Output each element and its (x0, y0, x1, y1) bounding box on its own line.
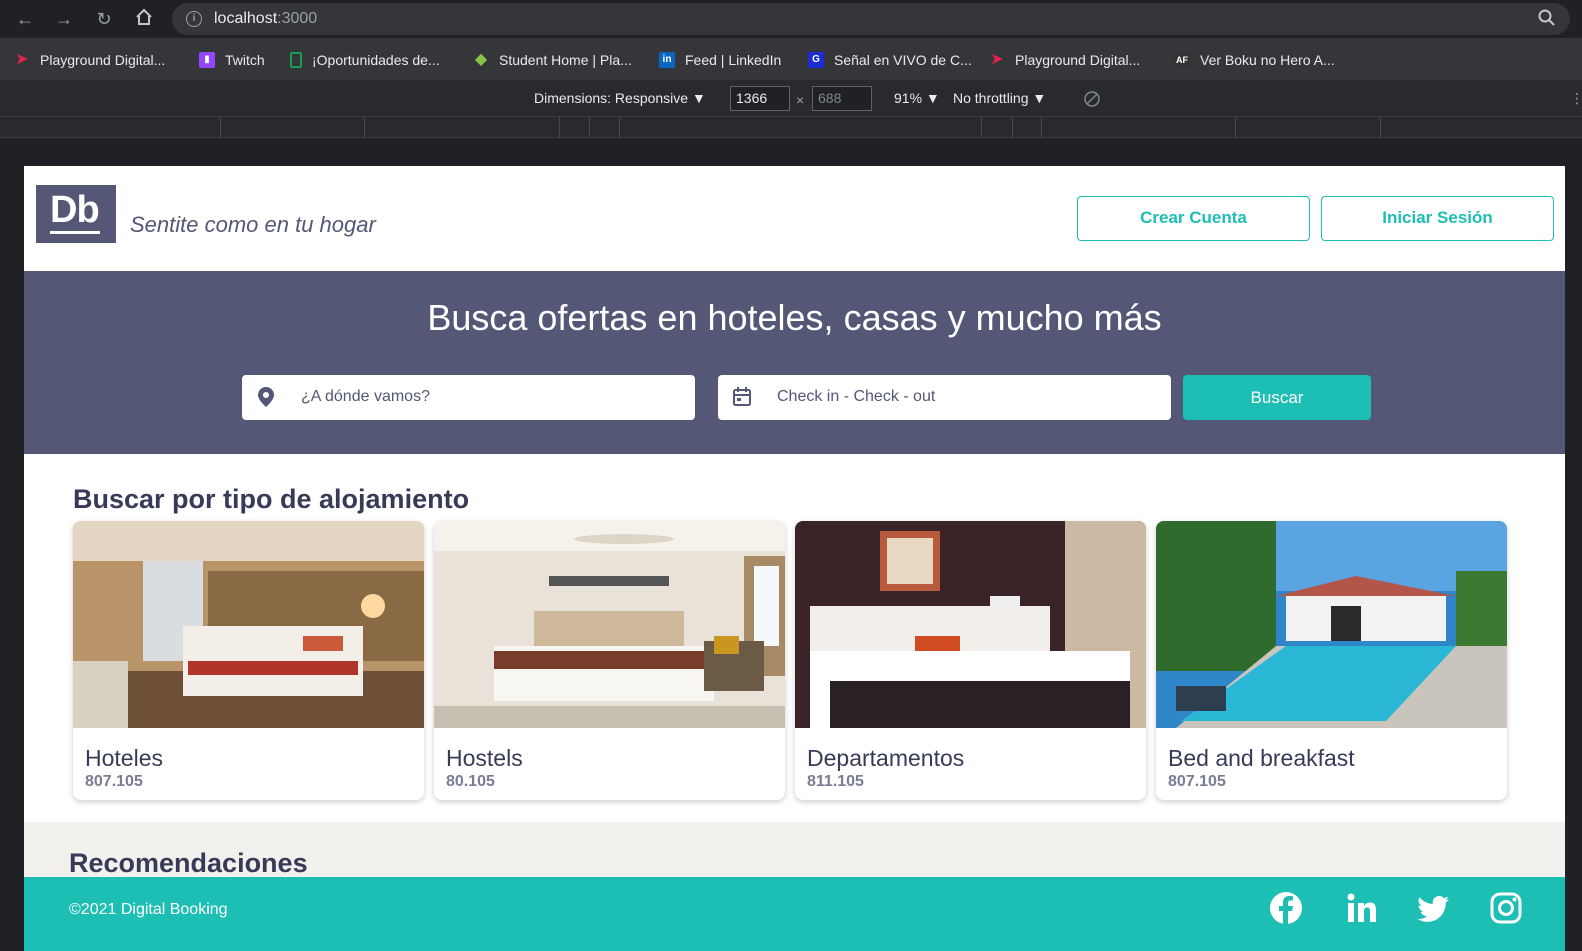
instagram-icon[interactable] (1489, 891, 1523, 925)
calendar-icon (733, 387, 751, 406)
device-toolbar: Dimensions: Responsive ▼ 1366 × 688 91% … (0, 80, 1582, 117)
bookmark-label: Feed | LinkedIn (685, 52, 782, 68)
url-host: localhost (214, 10, 278, 27)
rotate-icon[interactable] (1082, 89, 1102, 109)
category-name: Departamentos (807, 745, 965, 771)
category-name: Bed and breakfast (1168, 745, 1355, 771)
category-card-departamentos[interactable]: Departamentos 811.105 (795, 521, 1146, 800)
zoom-icon[interactable] (1538, 9, 1556, 27)
location-placeholder: ¿A dónde vamos? (301, 388, 430, 405)
bookmark-item[interactable]: ¡Oportunidades de... (290, 50, 440, 70)
bookmark-item[interactable]: ➤ Playground Digital... (989, 50, 1140, 70)
bookmarks-bar: ➤ Playground Digital... ▮ Twitch ¡Oportuni… (0, 38, 1582, 80)
url-text: localhost:3000 (214, 10, 317, 28)
af-icon: AF (1174, 52, 1190, 68)
forward-icon[interactable]: → (53, 8, 75, 30)
location-input[interactable]: ¿A dónde vamos? (242, 375, 695, 420)
zoom-select[interactable]: 91% ▼ (894, 90, 940, 106)
g-icon: G (808, 52, 824, 68)
bookmark-item[interactable]: AF Ver Boku no Hero A... (1174, 50, 1335, 70)
search-button[interactable]: Buscar (1183, 375, 1371, 420)
logo[interactable]: Db (36, 185, 116, 243)
bookmark-item[interactable]: ➤ Playground Digital... (14, 50, 165, 70)
category-count: 807.105 (1168, 773, 1226, 790)
category-card-hostels[interactable]: Hostels 80.105 (434, 521, 785, 800)
category-card-bed-and-breakfast[interactable]: Bed and breakfast 807.105 (1156, 521, 1507, 800)
page-viewport: Db Sentite como en tu hogar Crear Cuenta… (24, 166, 1565, 951)
media-query-ruler (0, 117, 1582, 138)
play-icon: ➤ (990, 51, 1004, 68)
play-icon: ➤ (15, 51, 29, 68)
category-count: 807.105 (85, 773, 143, 790)
bookmark-label: Playground Digital... (1015, 52, 1141, 68)
create-account-button[interactable]: Crear Cuenta (1077, 196, 1310, 241)
slogan: Sentite como en tu hogar (130, 212, 376, 237)
back-icon[interactable]: ← (14, 8, 36, 30)
site-header: Db Sentite como en tu hogar Crear Cuenta… (24, 166, 1565, 271)
bookmark-label: ¡Oportunidades de... (312, 52, 440, 68)
bookmark-item[interactable]: G Señal en VIVO de C... (808, 50, 972, 70)
bookmark-item[interactable]: in Feed | LinkedIn (659, 50, 781, 70)
facebook-icon[interactable] (1269, 891, 1303, 925)
bookmark-item[interactable]: ▮ Twitch (199, 50, 265, 70)
logo-text: Db (50, 189, 100, 231)
login-button[interactable]: Iniciar Sesión (1321, 196, 1554, 241)
twitch-icon: ▮ (199, 52, 215, 68)
browser-toolbar: ← → ↻ i localhost:3000 (0, 0, 1582, 38)
logo-underline (50, 231, 100, 234)
recommendations-title: Recomendaciones (69, 848, 308, 878)
diamond-icon: ◆ (474, 51, 488, 68)
site-footer: ©2021 Digital Booking (24, 877, 1565, 951)
category-count: 811.105 (807, 773, 864, 790)
bookmark-item[interactable]: ◆ Student Home | Pla... (473, 50, 632, 70)
address-bar[interactable]: i localhost:3000 (172, 3, 1570, 35)
hero-title: Busca ofertas en hoteles, casas y mucho … (427, 297, 1162, 338)
home-icon[interactable] (133, 8, 155, 30)
dates-placeholder: Check in - Check - out (777, 388, 936, 405)
bookmark-label: Playground Digital... (40, 52, 166, 68)
category-count: 80.105 (446, 773, 495, 790)
pool-villa-image (1156, 521, 1507, 728)
recommendations-section: Recomendaciones (24, 822, 1565, 882)
categories-title: Buscar por tipo de alojamiento (73, 484, 470, 514)
reload-icon[interactable]: ↻ (93, 8, 115, 30)
twitter-icon[interactable] (1417, 891, 1451, 925)
linkedin-icon[interactable] (1345, 891, 1379, 925)
width-input[interactable]: 1366 (730, 86, 790, 111)
bookmark-label: Señal en VIVO de C... (834, 52, 972, 68)
category-card-hoteles[interactable]: Hoteles 807.105 (73, 521, 424, 800)
dimensions-select[interactable]: Dimensions: Responsive ▼ (534, 90, 706, 106)
hotel-room-image (73, 521, 424, 728)
height-input[interactable]: 688 (812, 86, 872, 111)
category-name: Hostels (446, 745, 523, 771)
times-label: × (796, 92, 805, 108)
more-options-icon[interactable]: ⋮ (1570, 90, 1582, 107)
apartment-room-image (795, 521, 1146, 728)
search-hero: Busca ofertas en hoteles, casas y mucho … (24, 271, 1565, 454)
hostel-room-image (434, 521, 785, 728)
throttling-select[interactable]: No throttling ▼ (953, 90, 1046, 106)
bookmark-label: Student Home | Pla... (499, 52, 632, 68)
info-icon[interactable]: i (186, 11, 202, 27)
doc-icon (290, 52, 302, 68)
location-pin-icon (258, 387, 274, 407)
category-name: Hoteles (85, 745, 163, 771)
url-port: :3000 (277, 10, 318, 27)
copyright-text: ©2021 Digital Booking (69, 901, 228, 918)
bookmark-label: Twitch (225, 52, 265, 68)
bookmark-label: Ver Boku no Hero A... (1200, 52, 1335, 68)
linkedin-icon: in (659, 52, 675, 68)
dates-input[interactable]: Check in - Check - out (718, 375, 1171, 420)
